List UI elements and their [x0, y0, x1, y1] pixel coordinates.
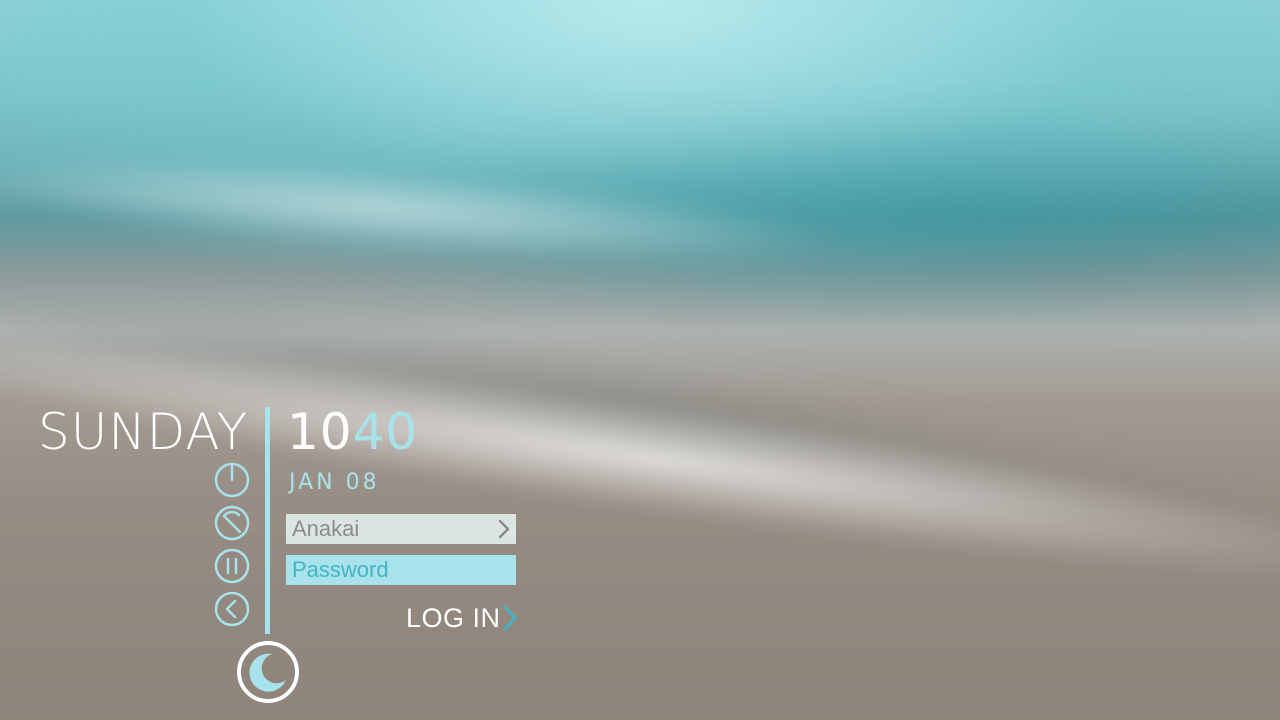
wallpaper-beach [0, 0, 1280, 720]
clock-hours: 10 [287, 403, 353, 461]
suspend-button[interactable] [214, 548, 250, 584]
password-input[interactable] [286, 555, 516, 585]
suspend-icon [214, 548, 250, 584]
divider-line [265, 407, 270, 634]
login-label: LOG IN [406, 603, 501, 633]
session-button[interactable] [236, 640, 300, 704]
back-button[interactable] [214, 591, 250, 627]
clock-date: JAN 08 [289, 470, 380, 495]
restart-icon [214, 505, 250, 541]
chevron-right-icon [503, 605, 517, 631]
clock-minutes: 40 [352, 403, 419, 461]
chevron-right-icon[interactable] [494, 517, 514, 541]
back-icon [214, 591, 250, 627]
username-field[interactable]: Anakai [286, 514, 516, 544]
shutdown-button[interactable] [214, 462, 250, 498]
username-value: Anakai [292, 516, 360, 541]
password-field-container [286, 555, 516, 585]
login-button[interactable]: LOG IN [404, 600, 518, 636]
restart-button[interactable] [214, 505, 250, 541]
clock-time: 1040 [287, 400, 418, 464]
day-of-week: SUNDAY [38, 403, 249, 461]
power-icon [214, 462, 250, 498]
moon-icon [237, 641, 299, 703]
